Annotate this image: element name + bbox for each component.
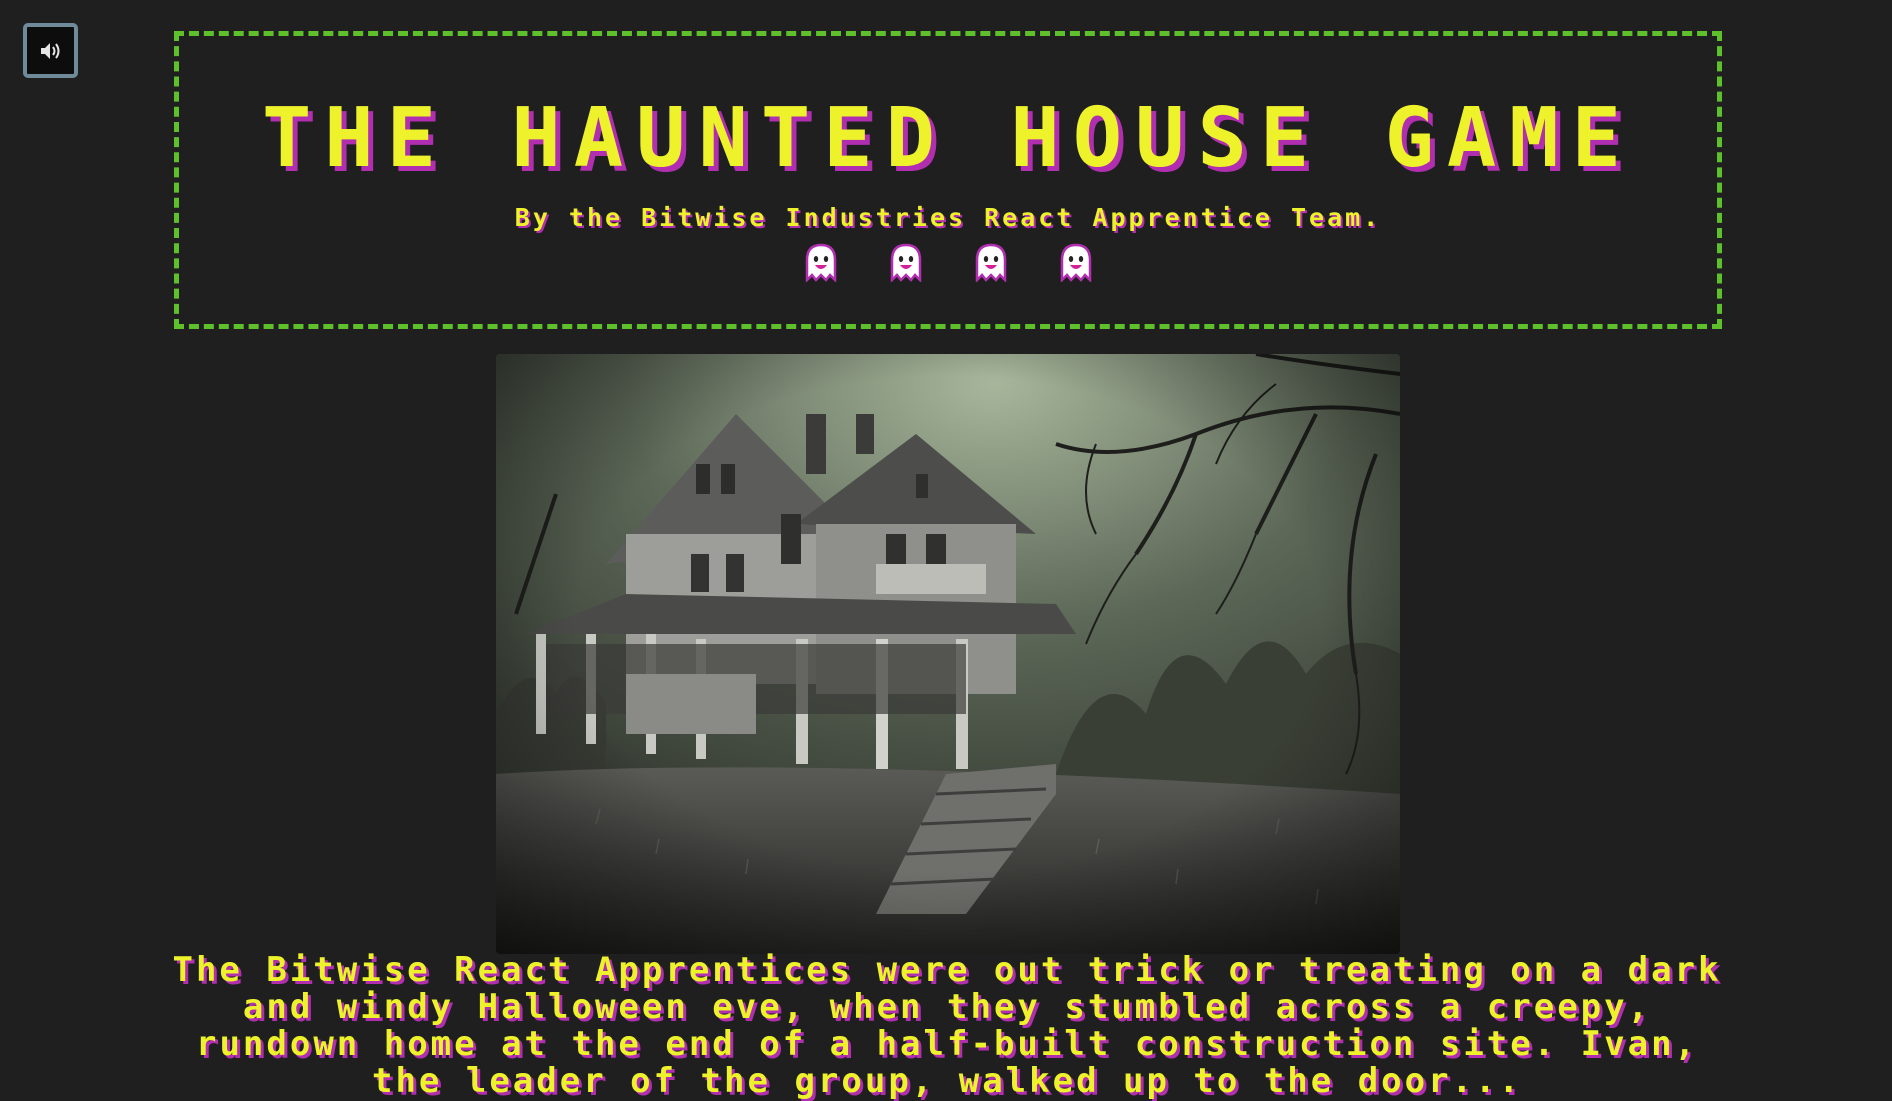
speaker-volume-icon <box>40 42 59 59</box>
haunted-house-image <box>496 354 1400 954</box>
haunted-house-illustration <box>496 354 1400 954</box>
ghost-icon <box>890 243 921 282</box>
ghost-icon <box>805 243 836 282</box>
sound-toggle-button[interactable] <box>23 23 78 78</box>
team-credit: By the Bitwise Industries React Apprenti… <box>514 203 1382 232</box>
game-title: THE HAUNTED HOUSE GAME <box>261 91 1635 186</box>
ghost-icon <box>975 243 1006 282</box>
title-banner: THE HAUNTED HOUSE GAME By the Bitwise In… <box>174 31 1722 329</box>
ghost-row <box>179 242 1717 282</box>
ghost-icon <box>1060 243 1091 282</box>
story-text: The Bitwise React Apprentices were out t… <box>172 950 1722 1101</box>
